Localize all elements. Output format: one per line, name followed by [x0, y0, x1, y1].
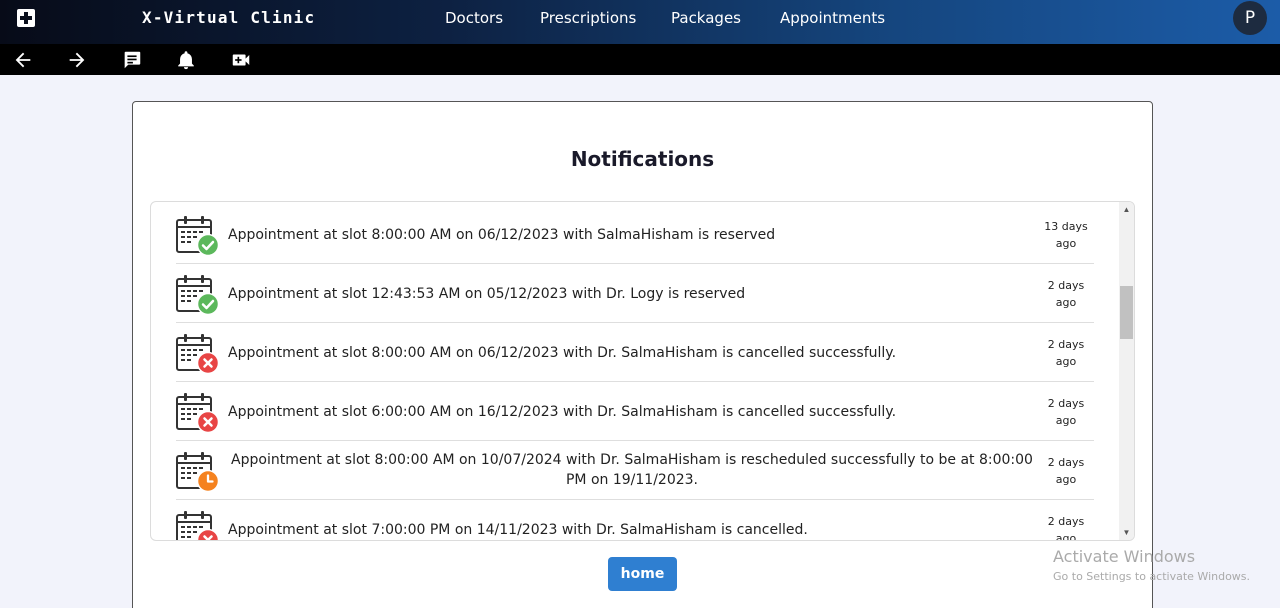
- scroll-down-icon[interactable]: ▼: [1122, 528, 1131, 537]
- notification-item: Appointment at slot 12:43:53 AM on 05/12…: [176, 264, 1094, 323]
- notification-item: Appointment at slot 6:00:00 AM on 16/12/…: [176, 382, 1094, 441]
- notification-time: 2 days ago: [1047, 515, 1085, 540]
- notification-item: Appointment at slot 8:00:00 AM on 10/07/…: [176, 441, 1094, 500]
- notification-time: 13 days ago: [1044, 220, 1088, 250]
- page-title: Notifications: [570, 147, 715, 171]
- notification-text: Appointment at slot 8:00:00 AM on 06/12/…: [228, 227, 776, 243]
- nav-prescriptions[interactable]: Prescriptions: [540, 9, 636, 27]
- notification-time: 2 days ago: [1047, 279, 1085, 309]
- chat-icon[interactable]: [121, 49, 143, 71]
- notification-text: Appointment at slot 8:00:00 AM on 06/12/…: [228, 345, 897, 361]
- notification-time: 2 days ago: [1047, 397, 1085, 427]
- scrollbar[interactable]: ▲ ▼: [1119, 202, 1134, 540]
- scroll-thumb[interactable]: [1120, 286, 1133, 339]
- notifications-card: Notifications Appointment at slot 8:00:0…: [132, 101, 1153, 608]
- clinic-cross-icon[interactable]: [17, 9, 35, 27]
- bell-icon[interactable]: [175, 49, 197, 71]
- notification-text: Appointment at slot 6:00:00 AM on 16/12/…: [228, 404, 897, 420]
- forward-arrow-icon[interactable]: [66, 49, 88, 71]
- calendar-clock-icon: [176, 451, 220, 493]
- top-navbar: X-Virtual Clinic Doctors Prescriptions P…: [0, 0, 1280, 44]
- notification-time: 2 days ago: [1047, 338, 1085, 368]
- home-button[interactable]: home: [608, 557, 677, 591]
- icon-toolbar: [0, 44, 1280, 75]
- notification-text: Appointment at slot 12:43:53 AM on 05/12…: [228, 286, 746, 302]
- video-call-icon[interactable]: [230, 49, 252, 71]
- notification-item: Appointment at slot 8:00:00 AM on 06/12/…: [176, 205, 1094, 264]
- calendar-cancel-icon: [176, 392, 220, 434]
- calendar-check-icon: [176, 274, 220, 316]
- notification-item: Appointment at slot 7:00:00 PM on 14/11/…: [176, 500, 1094, 540]
- calendar-cancel-icon: [176, 333, 220, 375]
- notification-list[interactable]: Appointment at slot 8:00:00 AM on 06/12/…: [150, 201, 1135, 541]
- notification-text: Appointment at slot 7:00:00 PM on 14/11/…: [228, 522, 808, 538]
- notification-list-viewport: Appointment at slot 8:00:00 AM on 06/12/…: [151, 202, 1120, 540]
- notification-item: Appointment at slot 8:00:00 AM on 06/12/…: [176, 323, 1094, 382]
- calendar-check-icon: [176, 215, 220, 257]
- back-arrow-icon[interactable]: [12, 49, 34, 71]
- activate-windows-title: Activate Windows: [1053, 547, 1196, 566]
- brand-title[interactable]: X-Virtual Clinic: [142, 8, 315, 27]
- scroll-up-icon[interactable]: ▲: [1122, 205, 1131, 214]
- calendar-cancel-icon: [176, 510, 220, 540]
- notification-time: 2 days ago: [1047, 456, 1085, 486]
- nav-appointments[interactable]: Appointments: [780, 9, 885, 27]
- activate-windows-subtitle: Go to Settings to activate Windows.: [1053, 570, 1251, 583]
- user-avatar[interactable]: P: [1233, 1, 1267, 35]
- nav-packages[interactable]: Packages: [671, 9, 741, 27]
- notification-text: Appointment at slot 8:00:00 AM on 10/07/…: [231, 452, 1033, 488]
- nav-doctors[interactable]: Doctors: [445, 9, 503, 27]
